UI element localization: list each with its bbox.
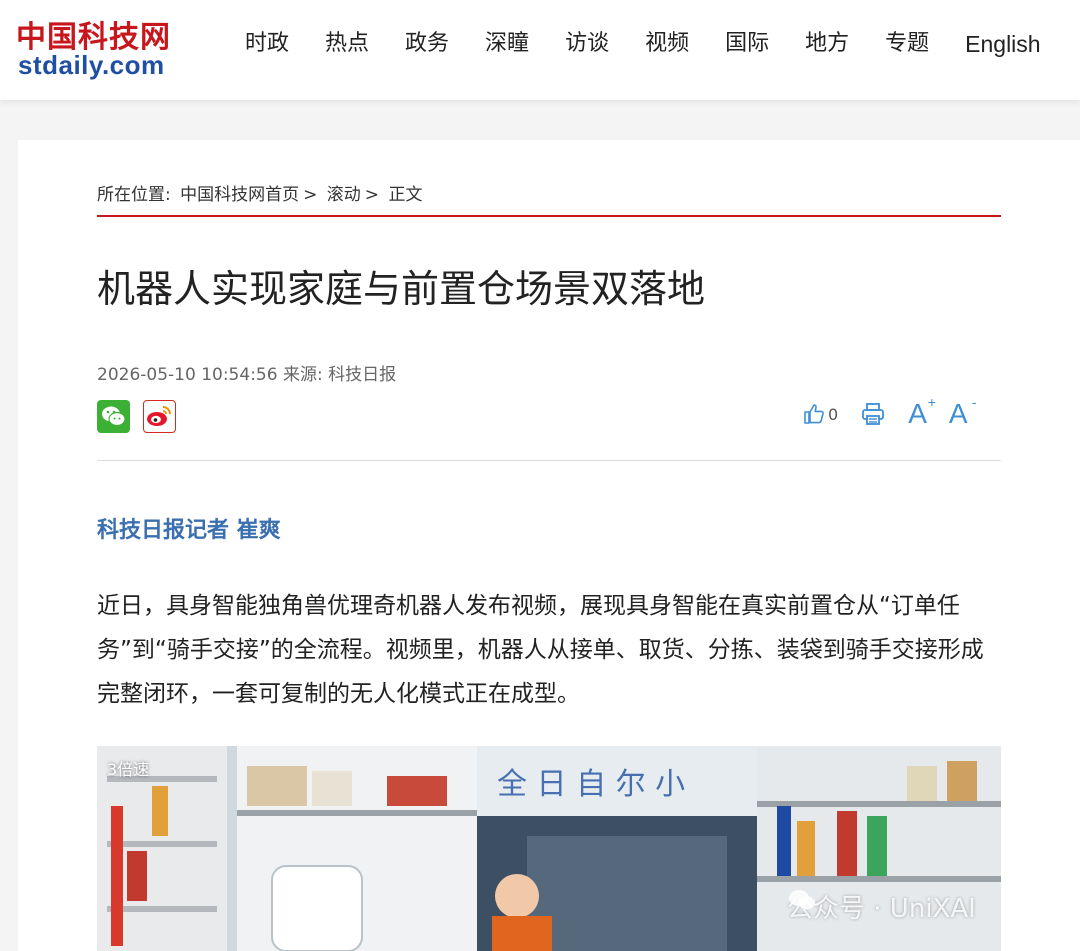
- photo-watermark: 公众号 · UniXAI: [787, 888, 976, 925]
- breadcrumb-section-link[interactable]: 滚动: [327, 185, 361, 205]
- nav-item-depth[interactable]: 深瞳: [485, 28, 529, 60]
- nav-item-politics[interactable]: 时政: [245, 28, 289, 60]
- share-bar: [97, 400, 189, 433]
- article-meta: 2026-05-10 10:54:56 来源: 科技日报: [97, 365, 397, 385]
- meta-divider: [97, 460, 1001, 461]
- article-photo: 全 日 自 尔 小 3倍速 公众号 · UniXAI: [97, 746, 1001, 951]
- breadcrumb-divider: [97, 215, 1001, 217]
- svg-text:全 日 自 尔 小: 全 日 自 尔 小: [497, 767, 685, 802]
- like-button[interactable]: 0: [802, 402, 838, 426]
- like-count: 0: [828, 404, 839, 424]
- print-button[interactable]: [860, 401, 886, 427]
- font-decrease-button[interactable]: A-: [948, 394, 977, 430]
- main-nav: 时政 热点 政务 深瞳 访谈 视频 国际 地方 专题 English: [245, 28, 1041, 60]
- breadcrumb-home-link[interactable]: 中国科技网首页: [180, 185, 299, 205]
- nav-item-video[interactable]: 视频: [645, 28, 689, 60]
- font-decrease-icon: A: [948, 398, 968, 429]
- wechat-icon[interactable]: [97, 400, 130, 433]
- article-title: 机器人实现家庭与前置仓场景双落地: [97, 267, 706, 311]
- weibo-icon[interactable]: [143, 400, 176, 433]
- site-header: 中国科技网 stdaily.com 时政 热点 政务 深瞳 访谈 视频 国际 地…: [0, 0, 1080, 100]
- breadcrumb-separator: >: [364, 185, 380, 205]
- article-card: 所在位置: 中国科技网首页 > 滚动 > 正文 机器人实现家庭与前置仓场景双落地 2…: [18, 140, 1080, 951]
- font-increase-button[interactable]: A +: [908, 394, 936, 430]
- nav-item-international[interactable]: 国际: [725, 28, 769, 60]
- breadcrumb-prefix: 所在位置:: [97, 185, 171, 205]
- minus-sign: -: [971, 394, 977, 410]
- nav-item-english[interactable]: English: [965, 28, 1040, 60]
- breadcrumb-separator: >: [303, 185, 318, 205]
- nav-item-interview[interactable]: 访谈: [565, 28, 609, 60]
- nav-item-government[interactable]: 政务: [405, 28, 449, 60]
- breadcrumb: 所在位置: 中国科技网首页 > 滚动 > 正文: [97, 180, 426, 205]
- playback-speed-label: 3倍速: [107, 760, 150, 779]
- article-author: 科技日报记者 崔爽: [97, 518, 281, 543]
- site-logo[interactable]: 中国科技网 stdaily.com: [16, 12, 186, 82]
- article-paragraph: 近日，具身智能独角兽优理奇机器人发布视频，展现具身智能在真实前置仓从“订单任务”…: [97, 593, 984, 707]
- wechat-official-account-icon: [789, 890, 815, 910]
- nav-item-topics[interactable]: 专题: [885, 28, 929, 60]
- nav-item-local[interactable]: 地方: [805, 28, 849, 60]
- print-icon: [862, 403, 885, 425]
- nav-item-hot[interactable]: 热点: [325, 28, 369, 60]
- breadcrumb-current: 正文: [388, 185, 423, 205]
- logo-english-text: stdaily.com: [18, 50, 165, 80]
- article-tools: 0 A + A-: [802, 394, 990, 430]
- thumbs-up-icon: [804, 404, 824, 424]
- plus-sign: +: [927, 394, 936, 410]
- font-increase-icon: A: [908, 398, 927, 429]
